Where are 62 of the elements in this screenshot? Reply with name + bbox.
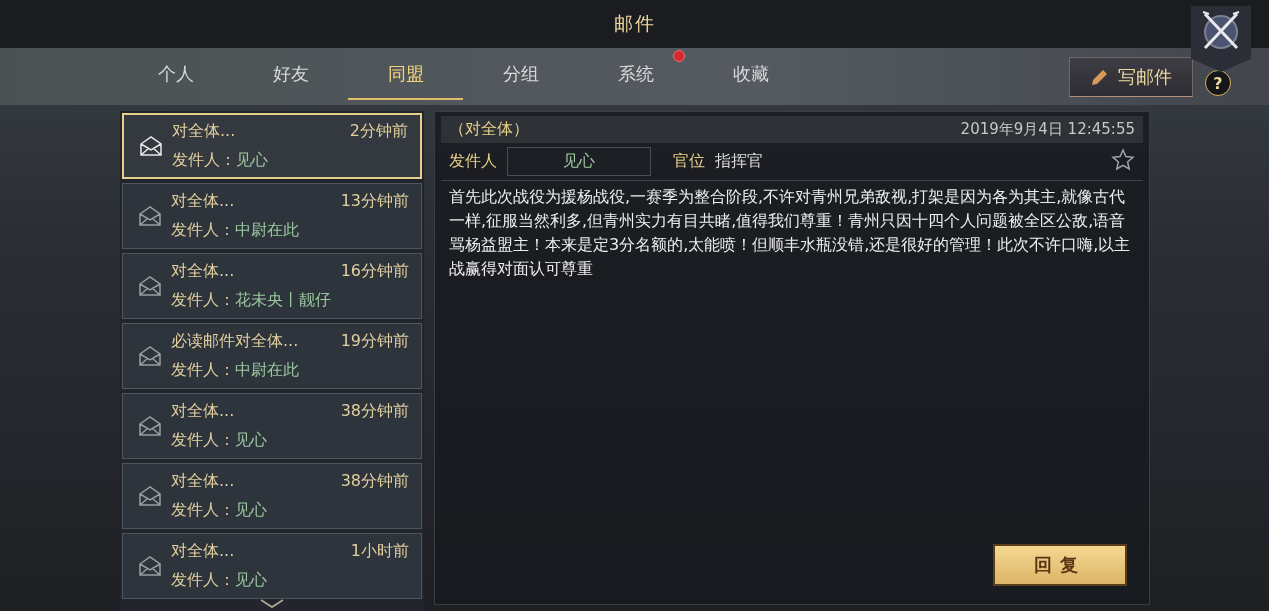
help-button[interactable]: ? (1205, 70, 1231, 96)
sender-label: 发件人： (171, 290, 235, 311)
tab[interactable]: 好友 (233, 50, 348, 100)
mail-item[interactable]: 对全体... 1小时前 发件人：见心 (122, 533, 422, 599)
mail-item[interactable]: 对全体... 16分钟前 发件人：花未央丨靓仔 (122, 253, 422, 319)
tab[interactable]: 收藏 (693, 50, 808, 100)
rank-label: 官位 (673, 151, 705, 172)
envelope-icon (139, 206, 161, 226)
mail-time: 16分钟前 (340, 261, 409, 282)
mail-time: 19分钟前 (340, 331, 409, 352)
chevron-down-icon[interactable] (260, 599, 284, 609)
envelope-icon (140, 136, 162, 156)
tab[interactable]: 分组 (463, 50, 578, 100)
sender-name: 见心 (235, 570, 267, 591)
envelope-icon (139, 486, 161, 506)
sender-name: 见心 (236, 150, 268, 171)
sender-label: 发件人： (171, 500, 235, 521)
mail-time: 38分钟前 (340, 471, 409, 492)
mail-subject: 对全体... (171, 261, 235, 282)
sender-label: 发件人： (171, 220, 235, 241)
mail-subject: 对全体... (171, 401, 235, 422)
sender-name: 花未央丨靓仔 (235, 290, 331, 311)
mail-date: 2019年9月4日 12:45:55 (960, 120, 1135, 139)
sender-label: 发件人： (171, 570, 235, 591)
mail-item[interactable]: 对全体... 2分钟前 发件人：见心 (122, 113, 422, 179)
reply-button[interactable]: 回复 (993, 544, 1127, 586)
mail-item[interactable]: 必读邮件对全体... 19分钟前 发件人：中尉在此 (122, 323, 422, 389)
tab[interactable]: 系统 (578, 50, 693, 100)
envelope-icon (139, 556, 161, 576)
sender-label: 发件人： (171, 430, 235, 451)
envelope-icon (139, 276, 161, 296)
mail-subject: （对全体） (449, 119, 529, 140)
mail-time: 13分钟前 (340, 191, 409, 212)
sender-name: 中尉在此 (235, 360, 299, 381)
sender-label: 发件人： (171, 360, 235, 381)
sender-label: 发件人 (449, 151, 497, 172)
sender-name: 见心 (507, 147, 651, 176)
compose-button[interactable]: 写邮件 (1069, 57, 1193, 97)
mail-subject: 对全体... (172, 121, 236, 142)
sender-name: 中尉在此 (235, 220, 299, 241)
mail-item[interactable]: 对全体... 38分钟前 发件人：见心 (122, 393, 422, 459)
mail-time: 1小时前 (350, 541, 409, 562)
mail-subject: 对全体... (171, 471, 235, 492)
tab[interactable]: 个人 (118, 50, 233, 100)
close-button[interactable] (1191, 6, 1251, 72)
tab[interactable]: 同盟 (348, 50, 463, 100)
mail-item[interactable]: 对全体... 13分钟前 发件人：中尉在此 (122, 183, 422, 249)
mail-body: 首先此次战役为援杨战役,一赛季为整合阶段,不许对青州兄弟敌视,打架是因为各为其主,就像古代一样,征服当然利多,但青州实力有目共睹,值得我们尊重！青州只因十四个人问题被全区公敌,语音骂杨益盟主！本来是定3分名额的,太能喷！但顺丰水瓶没错,还是很好的管理！此次不许口嗨,以主战赢得对面认可尊重 (448, 186, 1132, 280)
mail-item[interactable]: 对全体... 38分钟前 发件人：见心 (122, 463, 422, 529)
mail-subject: 对全体... (171, 541, 235, 562)
window-title: 邮件 (613, 11, 656, 36)
pencil-icon (1090, 67, 1110, 87)
sender-name: 见心 (235, 500, 267, 521)
mail-subject: 必读邮件对全体... (171, 331, 299, 352)
sender-name: 见心 (235, 430, 267, 451)
rank-value: 指挥官 (715, 151, 764, 172)
envelope-icon (139, 416, 161, 436)
envelope-icon (139, 346, 161, 366)
sender-label: 发件人： (172, 150, 236, 171)
mail-time: 38分钟前 (340, 401, 409, 422)
mail-time: 2分钟前 (349, 121, 408, 142)
mail-subject: 对全体... (171, 191, 235, 212)
